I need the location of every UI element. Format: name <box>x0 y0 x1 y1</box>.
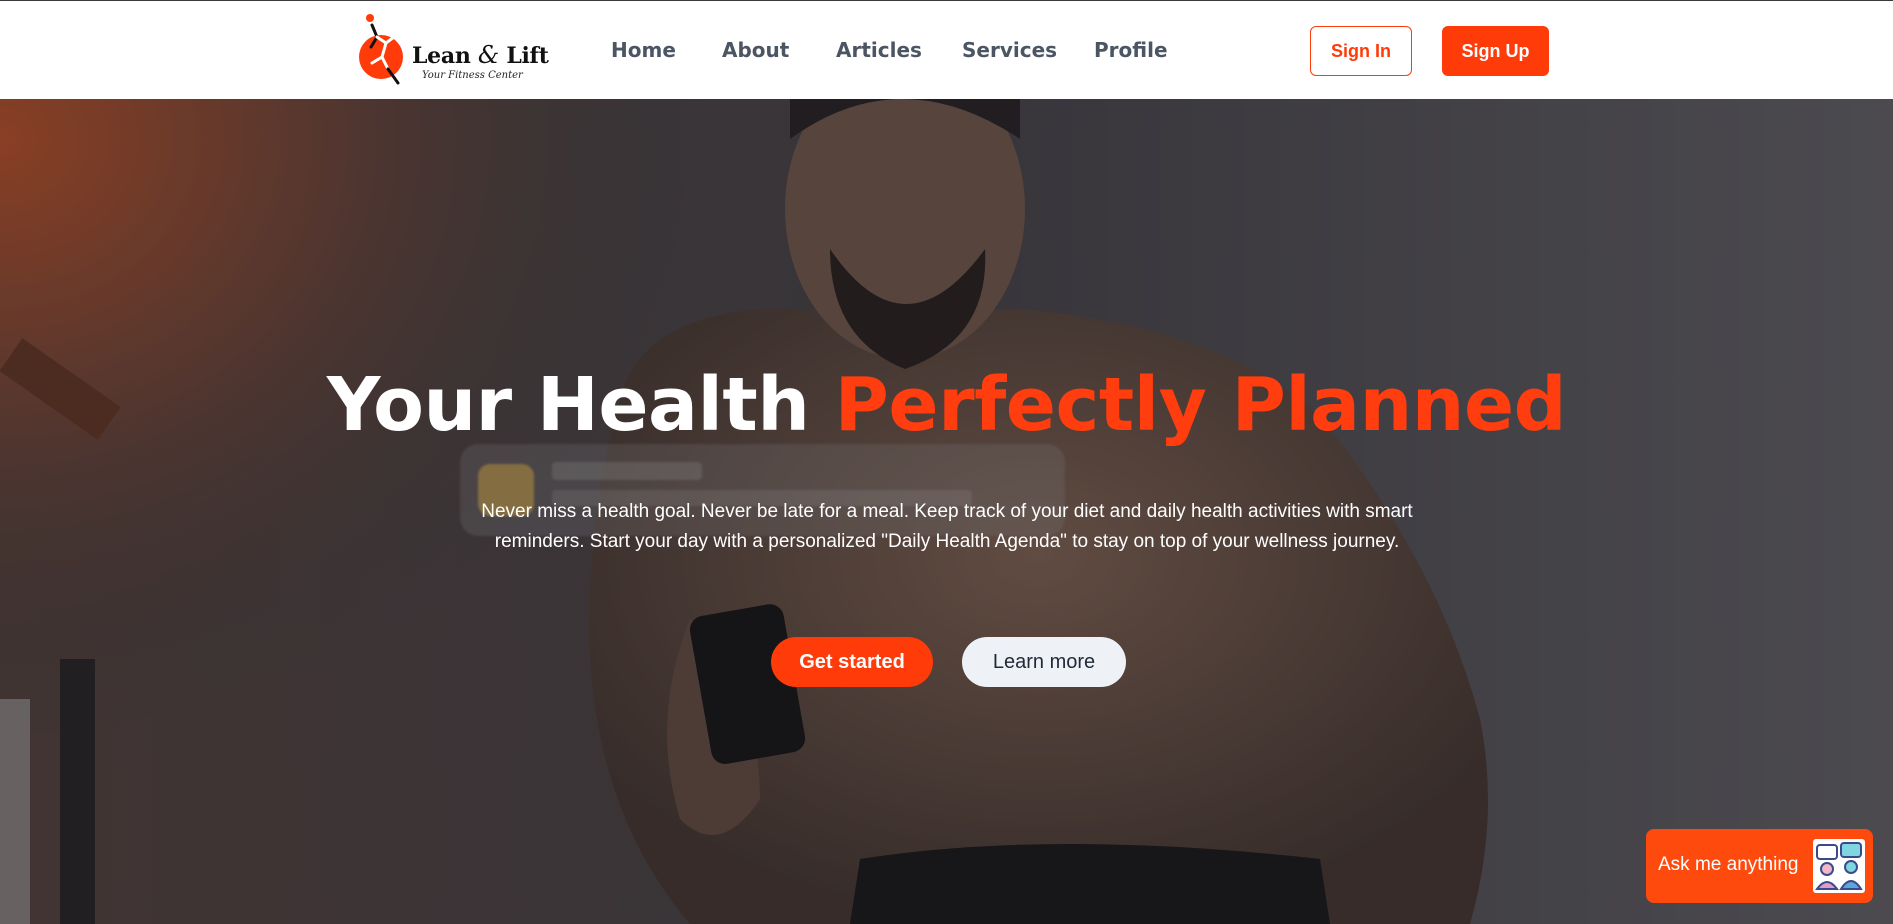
nav-link-profile[interactable]: Profile <box>1094 38 1168 62</box>
brand-tagline: Your Fitness Center <box>422 70 523 81</box>
brand-logo[interactable]: Lean & Lift Your Fitness Center <box>358 13 549 89</box>
sign-in-button[interactable]: Sign In <box>1310 26 1412 76</box>
nav-link-home[interactable]: Home <box>611 38 676 62</box>
hero-title-white: Your Health <box>326 362 835 448</box>
get-started-button[interactable]: Get started <box>771 637 933 687</box>
chat-widget-button[interactable]: Ask me anything <box>1646 829 1873 903</box>
chat-widget-label: Ask me anything <box>1658 854 1799 875</box>
navbar: Lean & Lift Your Fitness Center Home Abo… <box>0 1 1893 99</box>
hero-description: Never miss a health goal. Never be late … <box>481 501 1413 552</box>
hero-title-accent: Perfectly Planned <box>834 362 1567 448</box>
learn-more-button[interactable]: Learn more <box>962 637 1126 687</box>
sign-up-button[interactable]: Sign Up <box>1442 26 1549 76</box>
nav-link-articles[interactable]: Articles <box>836 38 922 62</box>
runner-logo-icon <box>359 14 403 85</box>
hero-title: Your Health Perfectly Planned <box>0 362 1893 448</box>
notification-line <box>552 462 702 480</box>
chat-people-icon <box>1813 839 1865 893</box>
nav-link-services[interactable]: Services <box>962 38 1057 62</box>
nav-link-about[interactable]: About <box>722 38 789 62</box>
brand-name: Lean & Lift <box>412 41 549 69</box>
